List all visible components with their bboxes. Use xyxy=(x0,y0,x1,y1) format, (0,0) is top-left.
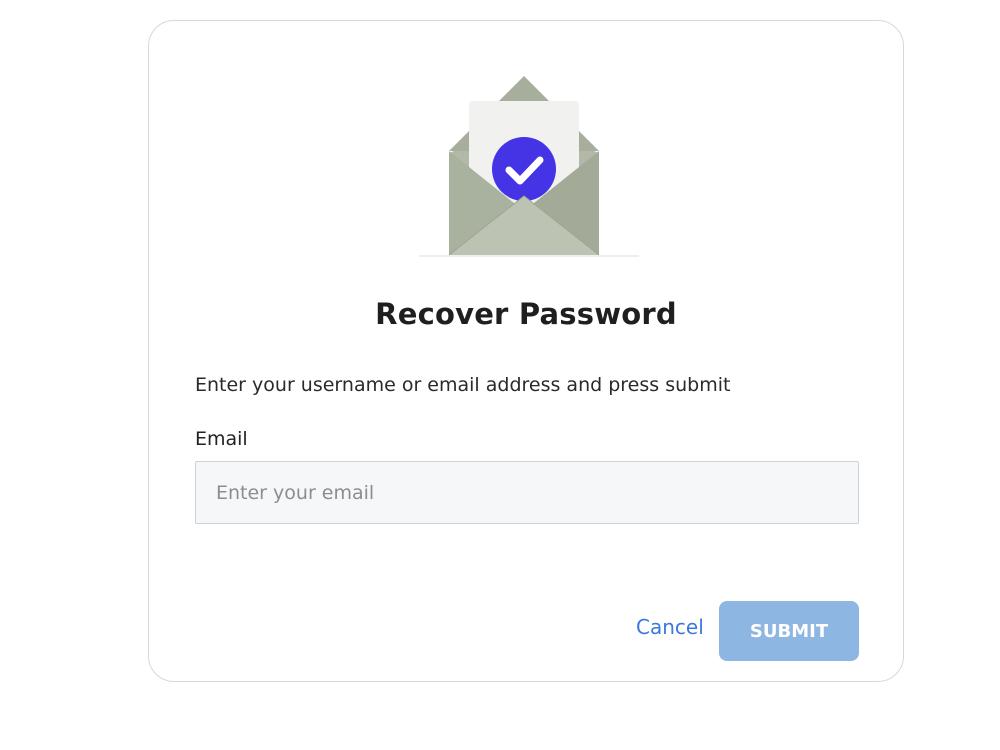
recover-password-dialog: Recover Password Enter your username or … xyxy=(148,20,904,682)
envelope-check-icon xyxy=(419,71,639,261)
submit-button[interactable]: SUBMIT xyxy=(719,601,859,661)
email-label: Email xyxy=(195,428,248,450)
page-title: Recover Password xyxy=(375,297,677,331)
instructions-text: Enter your username or email address and… xyxy=(195,374,731,396)
cancel-button[interactable]: Cancel xyxy=(636,615,704,639)
email-field[interactable] xyxy=(195,461,859,524)
